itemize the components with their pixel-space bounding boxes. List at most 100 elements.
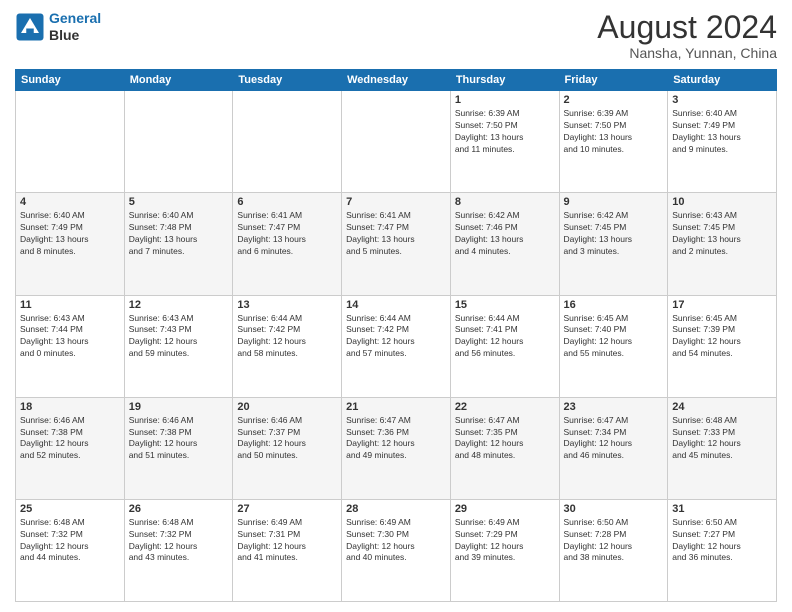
day-number: 14 — [346, 299, 446, 311]
calendar-cell: 24Sunrise: 6:48 AMSunset: 7:33 PMDayligh… — [668, 397, 777, 499]
day-number: 31 — [672, 503, 772, 515]
day-number: 1 — [455, 94, 555, 106]
day-number: 27 — [237, 503, 337, 515]
day-info: Sunrise: 6:43 AMSunset: 7:45 PMDaylight:… — [672, 210, 772, 258]
day-info: Sunrise: 6:41 AMSunset: 7:47 PMDaylight:… — [237, 210, 337, 258]
calendar-cell: 29Sunrise: 6:49 AMSunset: 7:29 PMDayligh… — [450, 499, 559, 601]
calendar-cell: 3 Sunrise: 6:40 AMSunset: 7:49 PMDaylight… — [668, 91, 777, 193]
calendar-cell: 10 Sunrise: 6:43 AMSunset: 7:45 PMDayligh… — [668, 193, 777, 295]
calendar-cell: 14 Sunrise: 6:44 AMSunset: 7:42 PMDayligh… — [342, 295, 451, 397]
calendar-cell: 8 Sunrise: 6:42 AMSunset: 7:46 PMDaylight… — [450, 193, 559, 295]
day-info: Sunrise: 6:40 AMSunset: 7:48 PMDaylight:… — [129, 210, 229, 258]
day-info: Sunrise: 6:49 AMSunset: 7:31 PMDaylight:… — [237, 517, 337, 565]
day-info: Sunrise: 6:48 AMSunset: 7:32 PMDaylight:… — [129, 517, 229, 565]
day-number: 7 — [346, 196, 446, 208]
calendar-cell: 15 Sunrise: 6:44 AMSunset: 7:41 PMDayligh… — [450, 295, 559, 397]
day-header-sunday: Sunday — [16, 70, 125, 91]
day-info: Sunrise: 6:50 AMSunset: 7:27 PMDaylight:… — [672, 517, 772, 565]
calendar-cell: 4Sunrise: 6:40 AMSunset: 7:49 PMDaylight… — [16, 193, 125, 295]
day-info: Sunrise: 6:50 AMSunset: 7:28 PMDaylight:… — [564, 517, 664, 565]
day-number: 28 — [346, 503, 446, 515]
day-info: Sunrise: 6:46 AMSunset: 7:38 PMDaylight:… — [20, 415, 120, 463]
calendar-week-row: 11Sunrise: 6:43 AMSunset: 7:44 PMDayligh… — [16, 295, 777, 397]
logo-icon — [15, 12, 45, 42]
day-info: Sunrise: 6:46 AMSunset: 7:38 PMDaylight:… — [129, 415, 229, 463]
day-number: 11 — [20, 299, 120, 311]
calendar: SundayMondayTuesdayWednesdayThursdayFrid… — [15, 69, 777, 602]
day-number: 3 — [672, 94, 772, 106]
day-number: 19 — [129, 401, 229, 413]
calendar-cell: 30 Sunrise: 6:50 AMSunset: 7:28 PMDayligh… — [559, 499, 668, 601]
day-number: 21 — [346, 401, 446, 413]
day-number: 10 — [672, 196, 772, 208]
day-header-tuesday: Tuesday — [233, 70, 342, 91]
day-number: 15 — [455, 299, 555, 311]
logo-line2: Blue — [49, 27, 101, 44]
logo: General Blue — [15, 10, 101, 44]
logo-text: General Blue — [49, 10, 101, 44]
calendar-cell: 28Sunrise: 6:49 AMSunset: 7:30 PMDayligh… — [342, 499, 451, 601]
day-info: Sunrise: 6:42 AMSunset: 7:46 PMDaylight:… — [455, 210, 555, 258]
calendar-cell: 12 Sunrise: 6:43 AMSunset: 7:43 PMDayligh… — [124, 295, 233, 397]
day-info: Sunrise: 6:45 AMSunset: 7:40 PMDaylight:… — [564, 313, 664, 361]
day-header-thursday: Thursday — [450, 70, 559, 91]
title-block: August 2024 Nansha, Yunnan, China — [597, 10, 777, 61]
calendar-cell: 23 Sunrise: 6:47 AMSunset: 7:34 PMDayligh… — [559, 397, 668, 499]
calendar-cell: 26 Sunrise: 6:48 AMSunset: 7:32 PMDayligh… — [124, 499, 233, 601]
day-number: 17 — [672, 299, 772, 311]
day-number: 13 — [237, 299, 337, 311]
day-info: Sunrise: 6:44 AMSunset: 7:42 PMDaylight:… — [237, 313, 337, 361]
day-header-wednesday: Wednesday — [342, 70, 451, 91]
logo-line1: General — [49, 10, 101, 26]
calendar-cell: 13 Sunrise: 6:44 AMSunset: 7:42 PMDayligh… — [233, 295, 342, 397]
calendar-cell: 7 Sunrise: 6:41 AMSunset: 7:47 PMDaylight… — [342, 193, 451, 295]
day-info: Sunrise: 6:39 AMSunset: 7:50 PMDaylight:… — [455, 108, 555, 156]
day-info: Sunrise: 6:43 AMSunset: 7:43 PMDaylight:… — [129, 313, 229, 361]
day-header-monday: Monday — [124, 70, 233, 91]
calendar-cell: 20 Sunrise: 6:46 AMSunset: 7:37 PMDayligh… — [233, 397, 342, 499]
month-title: August 2024 — [597, 10, 777, 45]
day-number: 26 — [129, 503, 229, 515]
day-info: Sunrise: 6:49 AMSunset: 7:29 PMDaylight:… — [455, 517, 555, 565]
day-header-saturday: Saturday — [668, 70, 777, 91]
day-number: 20 — [237, 401, 337, 413]
day-number: 9 — [564, 196, 664, 208]
day-number: 12 — [129, 299, 229, 311]
day-info: Sunrise: 6:47 AMSunset: 7:35 PMDaylight:… — [455, 415, 555, 463]
day-info: Sunrise: 6:47 AMSunset: 7:34 PMDaylight:… — [564, 415, 664, 463]
day-header-friday: Friday — [559, 70, 668, 91]
day-number: 30 — [564, 503, 664, 515]
calendar-cell: 16Sunrise: 6:45 AMSunset: 7:40 PMDayligh… — [559, 295, 668, 397]
calendar-cell: 31 Sunrise: 6:50 AMSunset: 7:27 PMDayligh… — [668, 499, 777, 601]
calendar-cell: 18 Sunrise: 6:46 AMSunset: 7:38 PMDayligh… — [16, 397, 125, 499]
calendar-cell: 25Sunrise: 6:48 AMSunset: 7:32 PMDayligh… — [16, 499, 125, 601]
calendar-cell: 11Sunrise: 6:43 AMSunset: 7:44 PMDayligh… — [16, 295, 125, 397]
day-number: 18 — [20, 401, 120, 413]
calendar-cell: 6 Sunrise: 6:41 AMSunset: 7:47 PMDaylight… — [233, 193, 342, 295]
day-info: Sunrise: 6:44 AMSunset: 7:41 PMDaylight:… — [455, 313, 555, 361]
calendar-cell: 27 Sunrise: 6:49 AMSunset: 7:31 PMDayligh… — [233, 499, 342, 601]
day-info: Sunrise: 6:47 AMSunset: 7:36 PMDaylight:… — [346, 415, 446, 463]
day-number: 8 — [455, 196, 555, 208]
day-info: Sunrise: 6:41 AMSunset: 7:47 PMDaylight:… — [346, 210, 446, 258]
calendar-cell — [342, 91, 451, 193]
day-number: 25 — [20, 503, 120, 515]
day-info: Sunrise: 6:46 AMSunset: 7:37 PMDaylight:… — [237, 415, 337, 463]
day-number: 24 — [672, 401, 772, 413]
day-info: Sunrise: 6:44 AMSunset: 7:42 PMDaylight:… — [346, 313, 446, 361]
calendar-week-row: 4Sunrise: 6:40 AMSunset: 7:49 PMDaylight… — [16, 193, 777, 295]
day-info: Sunrise: 6:40 AMSunset: 7:49 PMDaylight:… — [672, 108, 772, 156]
calendar-week-row: 25 Sunrise: 6:48 AMSunset: 7:32 PMDayligh… — [16, 499, 777, 601]
day-info: Sunrise: 6:40 AMSunset: 7:49 PMDaylight:… — [20, 210, 120, 258]
day-info: Sunrise: 6:39 AMSunset: 7:50 PMDaylight:… — [564, 108, 664, 156]
calendar-cell: 1 Sunrise: 6:39 AMSunset: 7:50 PMDaylight… — [450, 91, 559, 193]
day-number: 22 — [455, 401, 555, 413]
day-number: 6 — [237, 196, 337, 208]
calendar-cell — [233, 91, 342, 193]
page: General Blue August 2024 Nansha, Yunnan,… — [0, 0, 792, 612]
calendar-cell — [16, 91, 125, 193]
calendar-cell: 21 Sunrise: 6:47 AMSunset: 7:36 PMDayligh… — [342, 397, 451, 499]
header: General Blue August 2024 Nansha, Yunnan,… — [15, 10, 777, 61]
day-number: 23 — [564, 401, 664, 413]
calendar-cell: 9Sunrise: 6:42 AMSunset: 7:45 PMDaylight… — [559, 193, 668, 295]
